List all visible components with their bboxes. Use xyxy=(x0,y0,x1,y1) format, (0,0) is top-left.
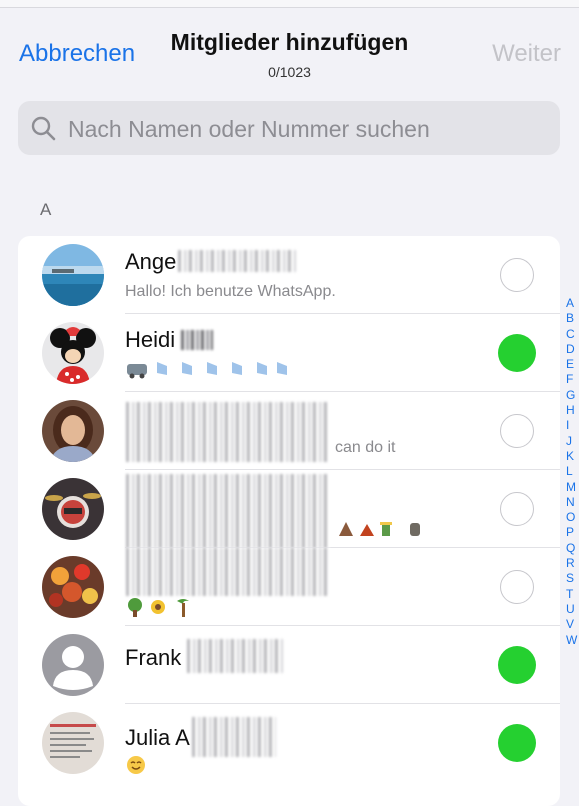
redacted-text xyxy=(181,330,214,350)
lake-photo-avatar xyxy=(42,244,104,306)
next-button[interactable]: Weiter xyxy=(492,40,561,68)
redacted-text xyxy=(191,717,276,757)
select-checkbox[interactable] xyxy=(500,258,534,292)
contact-row[interactable]: Frank xyxy=(18,626,560,704)
contact-row[interactable] xyxy=(18,548,560,626)
contact-name: Ange xyxy=(125,249,297,275)
contact-name: Heidi xyxy=(125,327,214,353)
alphabet-index[interactable]: ABCDEFGHIJKLMNOPQRSTUVW xyxy=(566,296,579,648)
avatar xyxy=(42,322,104,384)
index-letter-s[interactable]: S xyxy=(566,571,579,586)
index-letter-d[interactable]: D xyxy=(566,342,579,357)
select-checkbox[interactable] xyxy=(500,414,534,448)
contact-row[interactable]: Heidi xyxy=(18,314,560,392)
search-bar[interactable] xyxy=(18,101,560,155)
index-letter-r[interactable]: R xyxy=(566,556,579,571)
index-letter-m[interactable]: M xyxy=(566,480,579,495)
emoji-status-icons xyxy=(128,598,189,617)
woman-portrait-avatar xyxy=(42,400,104,462)
avatar xyxy=(42,400,104,462)
contact-name: Frank xyxy=(125,639,284,673)
navigation-bar: Abbrechen Mitglieder hinzufügen 0/1023 W… xyxy=(0,7,579,87)
index-letter-n[interactable]: N xyxy=(566,495,579,510)
index-letter-c[interactable]: C xyxy=(566,327,579,342)
search-input[interactable] xyxy=(66,109,550,149)
index-letter-t[interactable]: T xyxy=(566,587,579,602)
index-letter-u[interactable]: U xyxy=(566,602,579,617)
contact-row[interactable]: Ange Hallo! Ich benutze WhatsApp. xyxy=(18,236,560,314)
select-checkbox[interactable] xyxy=(500,492,534,526)
flower-bouquet-avatar xyxy=(42,556,104,618)
contact-list: Ange Hallo! Ich benutze WhatsApp. Heidi xyxy=(18,236,560,806)
index-letter-e[interactable]: E xyxy=(566,357,579,372)
contact-row[interactable]: can do it xyxy=(18,392,560,470)
contact-status xyxy=(336,516,456,543)
avatar xyxy=(42,556,104,618)
contact-name: Julia A xyxy=(125,717,276,757)
section-header: A xyxy=(40,200,52,219)
redacted-text xyxy=(126,548,330,596)
selected-checkmark[interactable] xyxy=(498,724,536,762)
drum-kit-avatar xyxy=(42,478,104,540)
index-letter-o[interactable]: O xyxy=(566,510,579,525)
redacted-text xyxy=(126,402,328,462)
index-letter-a[interactable]: A xyxy=(566,296,579,311)
contact-status xyxy=(125,596,205,623)
redacted-text xyxy=(187,639,284,673)
index-letter-b[interactable]: B xyxy=(566,311,579,326)
redacted-text xyxy=(178,250,297,272)
avatar xyxy=(42,478,104,540)
selected-checkmark[interactable] xyxy=(498,334,536,372)
redacted-text xyxy=(126,474,328,548)
index-letter-l[interactable]: L xyxy=(566,464,579,479)
contact-row[interactable]: Julia A xyxy=(18,704,560,782)
index-letter-w[interactable]: W xyxy=(566,633,579,648)
document-image-avatar xyxy=(42,712,104,774)
contact-status xyxy=(125,754,149,781)
index-letter-j[interactable]: J xyxy=(566,434,579,449)
search-icon xyxy=(31,116,56,141)
selected-checkmark[interactable] xyxy=(498,646,536,684)
emoji-status-icons xyxy=(339,522,420,536)
index-letter-k[interactable]: K xyxy=(566,449,579,464)
index-letter-f[interactable]: F xyxy=(566,372,579,387)
smiley-emoji-icon xyxy=(127,756,145,774)
contact-status: Hallo! Ich benutze WhatsApp. xyxy=(125,283,336,300)
contact-status xyxy=(125,358,293,385)
select-checkbox[interactable] xyxy=(500,570,534,604)
index-letter-q[interactable]: Q xyxy=(566,541,579,556)
index-letter-h[interactable]: H xyxy=(566,403,579,418)
avatar xyxy=(42,712,104,774)
default-person-icon xyxy=(42,634,104,696)
index-letter-p[interactable]: P xyxy=(566,525,579,540)
contact-status: can do it xyxy=(335,439,396,456)
emoji-status-icons xyxy=(127,362,287,379)
avatar xyxy=(42,634,104,696)
index-letter-i[interactable]: I xyxy=(566,418,579,433)
mouse-character-avatar xyxy=(42,322,104,384)
index-letter-v[interactable]: V xyxy=(566,617,579,632)
contact-row[interactable] xyxy=(18,470,560,548)
avatar xyxy=(42,244,104,306)
index-letter-g[interactable]: G xyxy=(566,388,579,403)
